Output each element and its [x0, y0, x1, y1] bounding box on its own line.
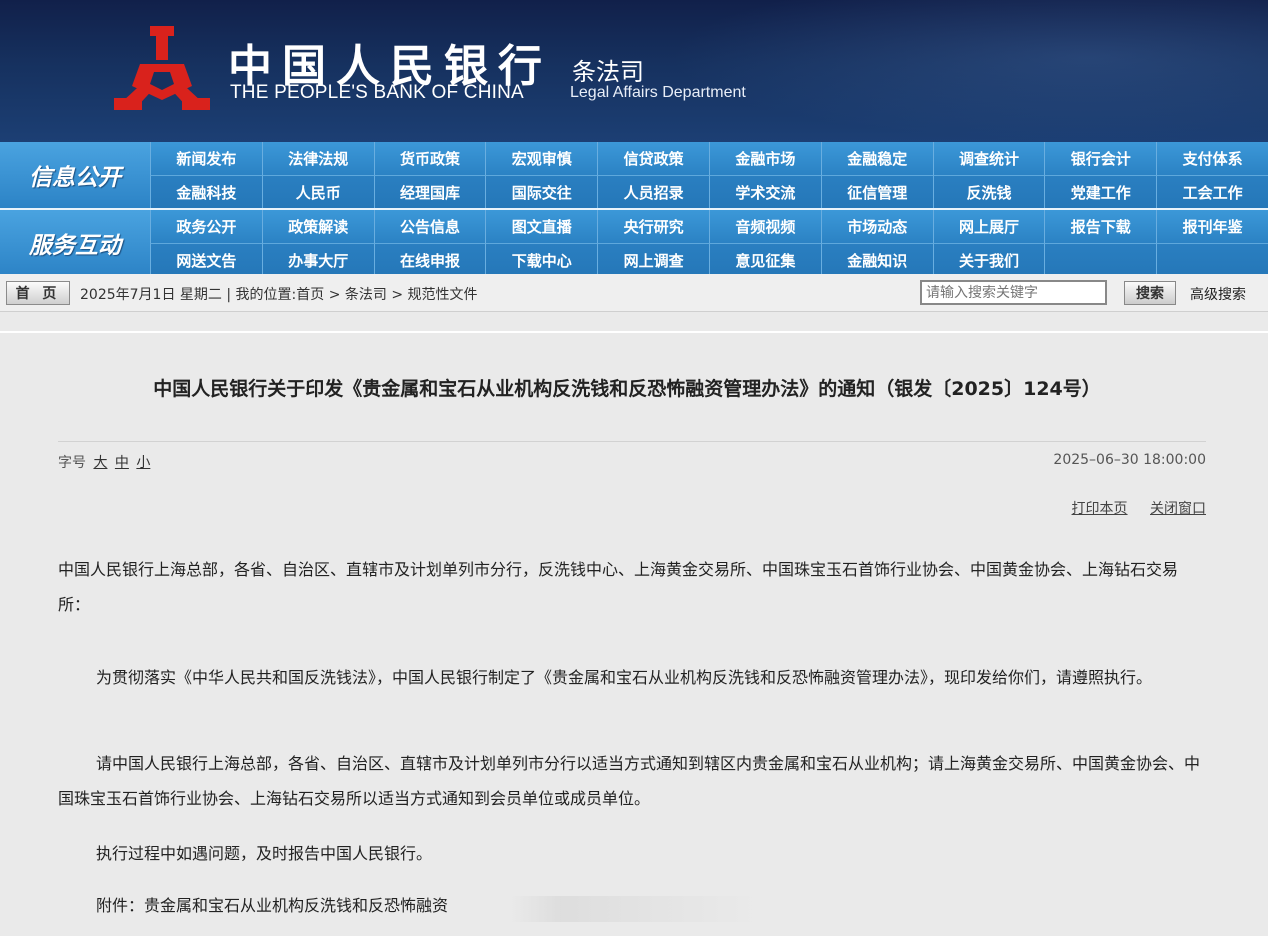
nav-service-item[interactable]: 音频视频	[709, 210, 821, 243]
department-name-cn: 条法司	[572, 58, 644, 86]
nav-service-item[interactable]: 图文直播	[485, 210, 598, 243]
article-paragraph: 执行过程中如遇问题，及时报告中国人民银行。	[96, 844, 433, 863]
nav-info-item[interactable]: 银行会计	[1044, 142, 1157, 175]
article-tools: 打印本页 关闭窗口	[1054, 498, 1206, 518]
nav-service-empty-cell	[1044, 243, 1157, 276]
nav-info-item[interactable]: 调查统计	[932, 142, 1045, 175]
nav-info-item[interactable]: 经理国库	[373, 175, 486, 208]
breadcrumb-bar: 首 页 2025年7月1日 星期二 | 我的位置:首页 > 条法司 > 规范性文…	[0, 274, 1268, 312]
nav-info-item[interactable]: 宏观审慎	[485, 142, 598, 175]
nav-service-item[interactable]: 报刊年鉴	[1156, 210, 1268, 243]
nav-info-item[interactable]: 新闻发布	[150, 142, 262, 175]
nav-info-item[interactable]: 金融科技	[150, 175, 262, 208]
nav-service-item[interactable]: 网上调查	[597, 243, 709, 276]
breadcrumb: 2025年7月1日 星期二 | 我的位置:首页 > 条法司 > 规范性文件	[80, 284, 478, 304]
nav-grid-service: 政务公开 政策解读 公告信息 图文直播 央行研究 音频视频 市场动态 网上展厅 报告下载 报刊年鉴…	[150, 210, 1268, 276]
nav-service-item[interactable]: 在线申报	[373, 243, 486, 276]
article-addressee: 中国人民银行上海总部，各省、自治区、直辖市及计划单列市分行，反洗钱中心、上海黄金…	[58, 560, 1179, 614]
nav-info-item[interactable]: 工会工作	[1156, 175, 1268, 208]
font-size-label: 字号	[58, 455, 86, 471]
main-nav: 信息公开 新闻发布 法律法规 货币政策 宏观审慎 信贷政策 金融市场 金融稳定 调查统计 银行会…	[0, 142, 1268, 276]
font-large-link[interactable]: 大	[93, 455, 107, 471]
nav-info-item[interactable]: 人民币	[261, 175, 374, 208]
nav-info-item[interactable]: 法律法规	[261, 142, 374, 175]
nav-service-item[interactable]: 网送文告	[150, 243, 262, 276]
current-date: 2025年7月1日 星期二	[80, 287, 222, 303]
breadcrumb-separator: |	[226, 287, 236, 303]
nav-section-title: 服务互动	[0, 210, 150, 276]
site-banner: 中国人民银行 THE PEOPLE'S BANK OF CHINA 条法司 Le…	[0, 0, 1268, 142]
font-medium-link[interactable]: 中	[115, 455, 129, 471]
title-rule	[58, 441, 1206, 442]
nav-section-title: 信息公开	[0, 142, 150, 208]
nav-info-item[interactable]: 信贷政策	[597, 142, 709, 175]
nav-info-item[interactable]: 人员招录	[597, 175, 709, 208]
nav-info-item[interactable]: 支付体系	[1156, 142, 1268, 175]
bank-name-en: THE PEOPLE'S BANK OF CHINA	[230, 82, 524, 103]
pboc-logo-icon[interactable]	[112, 24, 212, 114]
nav-service-item[interactable]: 公告信息	[373, 210, 486, 243]
nav-service-item[interactable]: 金融知识	[820, 243, 933, 276]
nav-info-item[interactable]: 货币政策	[373, 142, 486, 175]
search-button[interactable]: 搜索	[1124, 281, 1176, 305]
advanced-search-link[interactable]: 高级搜索	[1190, 284, 1246, 304]
nav-info-item[interactable]: 党建工作	[1044, 175, 1157, 208]
banner-glow	[668, 0, 1268, 142]
content-divider	[0, 331, 1268, 333]
article-paragraph: 请中国人民银行上海总部，各省、自治区、直辖市及计划单列市分行以适当方式通知到辖区…	[58, 754, 1201, 808]
article-paragraph: 为贯彻落实《中华人民共和国反洗钱法》，中国人民银行制定了《贵金属和宝石从业机构反…	[96, 668, 1153, 687]
print-page-link[interactable]: 打印本页	[1072, 501, 1128, 517]
nav-service-item[interactable]: 市场动态	[820, 210, 933, 243]
blurred-overlay	[510, 896, 760, 922]
nav-service-item[interactable]: 政务公开	[150, 210, 262, 243]
nav-service-item[interactable]: 下载中心	[485, 243, 598, 276]
article-title: 中国人民银行关于印发《贵金属和宝石从业机构反洗钱和反恐怖融资管理办法》的通知（银…	[153, 378, 1101, 400]
nav-service-item[interactable]: 网上展厅	[932, 210, 1045, 243]
publish-date: 2025–06–30 18:00:00	[1053, 452, 1206, 468]
nav-section-service: 服务互动 政务公开 政策解读 公告信息 图文直播 央行研究 音频视频 市场动态 网上展厅 报告下…	[0, 208, 1268, 276]
nav-info-item[interactable]: 反洗钱	[932, 175, 1045, 208]
nav-info-item[interactable]: 金融市场	[709, 142, 821, 175]
nav-info-item[interactable]: 征信管理	[820, 175, 933, 208]
nav-grid-info: 新闻发布 法律法规 货币政策 宏观审慎 信贷政策 金融市场 金融稳定 调查统计 银行会计 支付体系…	[150, 142, 1268, 208]
nav-service-item[interactable]: 政策解读	[261, 210, 374, 243]
nav-service-item[interactable]: 意见征集	[709, 243, 821, 276]
nav-service-item[interactable]: 央行研究	[597, 210, 709, 243]
nav-service-item[interactable]: 关于我们	[932, 243, 1045, 276]
nav-service-item[interactable]: 报告下载	[1044, 210, 1157, 243]
search-input[interactable]	[920, 280, 1107, 305]
home-button[interactable]: 首 页	[6, 281, 70, 305]
department-name-en: Legal Affairs Department	[570, 84, 746, 101]
nav-service-item[interactable]: 办事大厅	[261, 243, 374, 276]
breadcrumb-location[interactable]: 我的位置:首页 > 条法司 > 规范性文件	[236, 287, 478, 303]
nav-info-item[interactable]: 学术交流	[709, 175, 821, 208]
close-window-link[interactable]: 关闭窗口	[1150, 501, 1206, 517]
nav-service-empty-cell	[1156, 243, 1268, 276]
font-size-control: 字号 大 中 小	[58, 452, 150, 472]
nav-info-item[interactable]: 金融稳定	[820, 142, 933, 175]
font-small-link[interactable]: 小	[136, 455, 150, 471]
nav-section-info: 信息公开 新闻发布 法律法规 货币政策 宏观审慎 信贷政策 金融市场 金融稳定 调查统计 银行会…	[0, 142, 1268, 208]
nav-info-item[interactable]: 国际交往	[485, 175, 598, 208]
